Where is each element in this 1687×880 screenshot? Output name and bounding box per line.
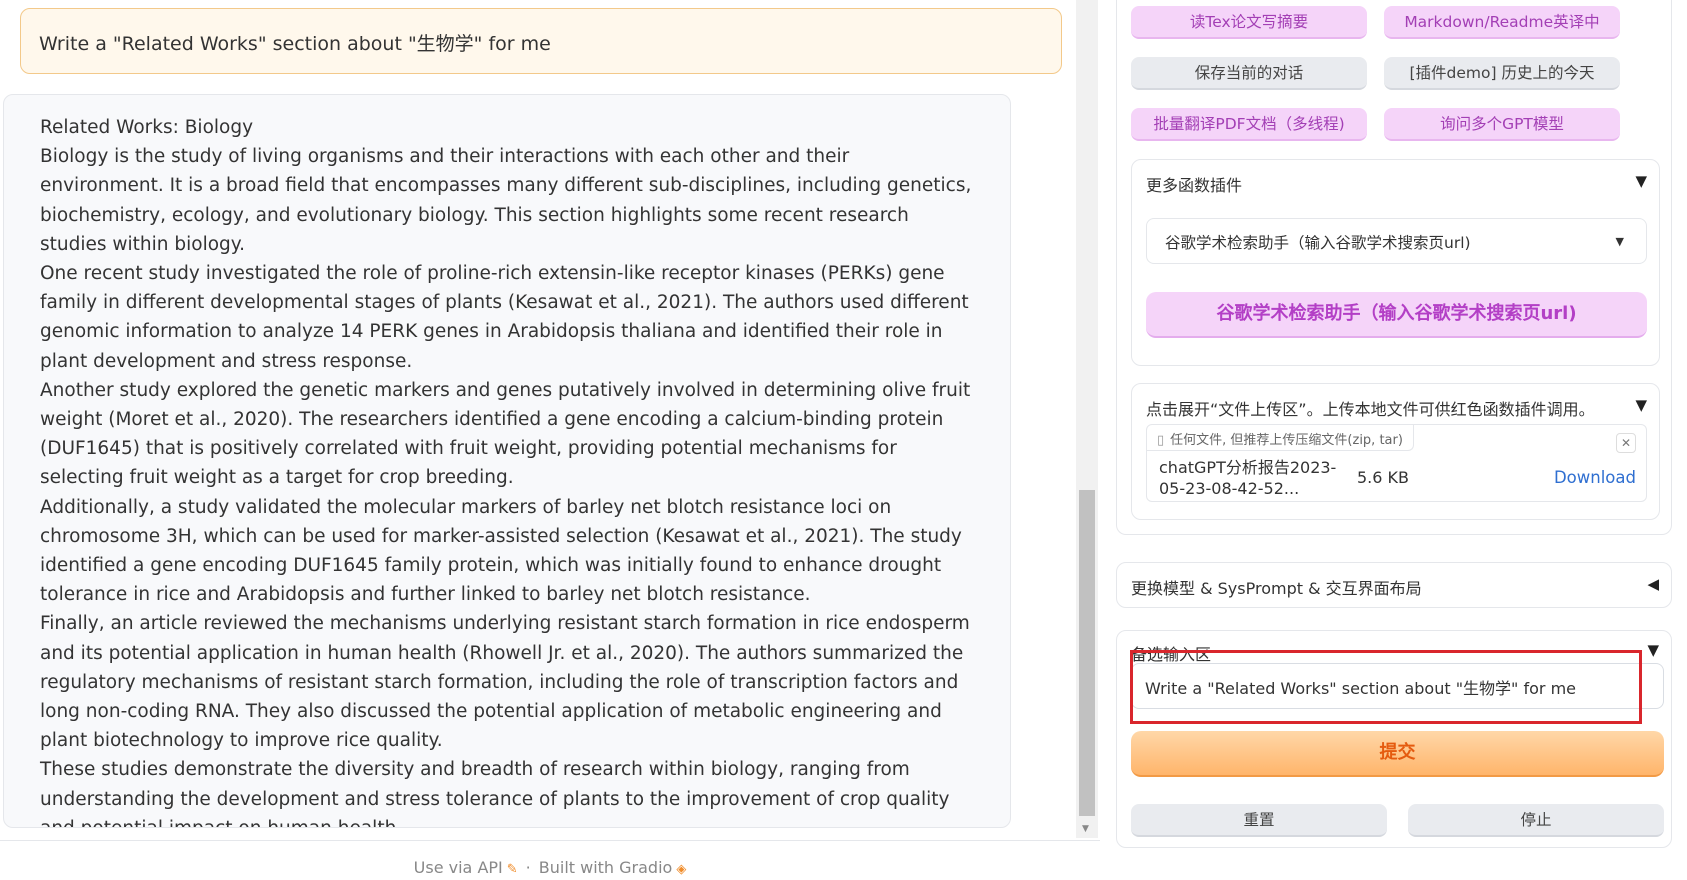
plugin-button-markdown-translate[interactable]: Markdown/Readme英译中 (1384, 6, 1620, 39)
file-upload-title[interactable]: 点击展开“文件上传区”。上传本地文件可供红色函数插件调用。 (1146, 396, 1595, 420)
plugin-button-tex-abstract[interactable]: 读Tex论文写摘要 (1131, 6, 1367, 39)
user-message: Write a "Related Works" section about "生… (20, 8, 1062, 74)
bot-paragraph: Another study explored the genetic marke… (40, 379, 971, 489)
reset-button[interactable]: 重置 (1131, 804, 1387, 837)
scrollbar-thumb[interactable] (1079, 490, 1095, 816)
uploaded-file-size: 5.6 KB (1357, 468, 1409, 487)
control-panel: 读Tex论文写摘要 Markdown/Readme英译中 保存当前的对话 [插件… (1116, 0, 1687, 880)
chat-scrollbar[interactable]: ▼ (1076, 0, 1098, 838)
more-plugins-title[interactable]: 更多函数插件 (1146, 172, 1242, 196)
bot-paragraph: Additionally, a study validated the mole… (40, 496, 962, 606)
submit-button[interactable]: 提交 (1131, 731, 1664, 777)
more-plugins-accordion: 更多函数插件 ▼ 谷歌学术检索助手（输入谷歌学术搜索页url) ▼ 谷歌学术检索… (1131, 159, 1660, 366)
plugin-panel: 读Tex论文写摘要 Markdown/Readme英译中 保存当前的对话 [插件… (1116, 0, 1672, 535)
download-link[interactable]: Download (1554, 468, 1636, 487)
scroll-down-icon[interactable]: ▼ (1082, 824, 1089, 834)
collapse-arrow-icon[interactable]: ▼ (1635, 172, 1647, 190)
expand-arrow-icon[interactable]: ◀ (1647, 575, 1659, 593)
collapse-arrow-icon[interactable]: ▼ (1647, 641, 1659, 659)
plugin-button-batch-pdf-translate[interactable]: 批量翻译PDF文档（多线程) (1131, 108, 1367, 141)
plugin-button-history-today[interactable]: [插件demo] 历史上的今天 (1384, 57, 1620, 90)
stop-button[interactable]: 停止 (1408, 804, 1664, 837)
file-upload-hint: ▯ 任何文件, 但推荐上传压缩文件(zip, tar) (1147, 425, 1414, 451)
file-upload-box[interactable]: ▯ 任何文件, 但推荐上传压缩文件(zip, tar) ✕ chatGPT分析报告… (1146, 424, 1647, 502)
rocket-icon: ✎ (506, 862, 518, 877)
plugin-select-value: 谷歌学术检索助手（输入谷歌学术搜索页url) (1165, 234, 1471, 252)
chat-area: Write a "Related Works" section about "生… (0, 0, 1100, 841)
footer-separator: · (525, 858, 531, 877)
built-with-gradio-link[interactable]: Built with Gradio (539, 858, 673, 877)
model-settings-title[interactable]: 更换模型 & SysPrompt & 交互界面布局 (1131, 575, 1422, 599)
file-upload-hint-text: 任何文件, 但推荐上传压缩文件(zip, tar) (1170, 433, 1403, 448)
plugin-button-save-conversation[interactable]: 保存当前的对话 (1131, 57, 1367, 90)
bot-message: Related Works: Biology Biology is the st… (3, 94, 1011, 828)
bot-paragraph: One recent study investigated the role o… (40, 263, 969, 372)
file-upload-accordion: 点击展开“文件上传区”。上传本地文件可供红色函数插件调用。 ▼ ▯ 任何文件, 但… (1131, 383, 1660, 520)
close-icon[interactable]: ✕ (1616, 433, 1636, 453)
run-plugin-button[interactable]: 谷歌学术检索助手（输入谷歌学术搜索页url) (1146, 292, 1647, 338)
bot-paragraph: These studies demonstrate the diversity … (40, 759, 950, 827)
model-settings-accordion[interactable]: 更换模型 & SysPrompt & 交互界面布局 ◀ (1116, 562, 1672, 608)
bot-paragraph: Finally, an article reviewed the mechani… (40, 613, 970, 752)
chevron-down-icon: ▼ (1615, 235, 1624, 248)
highlight-box (1130, 650, 1642, 724)
bot-paragraph: Related Works: Biology (40, 117, 254, 138)
gradio-logo-icon: ◈ (676, 862, 687, 877)
uploaded-file-name: chatGPT分析报告2023-05-23-08-42-52... (1159, 458, 1337, 498)
bot-paragraph: Biology is the study of living organisms… (40, 146, 972, 255)
divider (0, 840, 1100, 841)
plugin-select-dropdown[interactable]: 谷歌学术检索助手（输入谷歌学术搜索页url) ▼ (1146, 218, 1647, 264)
collapse-arrow-icon[interactable]: ▼ (1635, 396, 1647, 414)
footer: Use via API ✎ · Built with Gradio ◈ (0, 858, 1100, 877)
plugin-button-ask-multiple-gpt[interactable]: 询问多个GPT模型 (1384, 108, 1620, 141)
document-icon: ▯ (1157, 433, 1165, 448)
use-via-api-link[interactable]: Use via API (414, 858, 503, 877)
